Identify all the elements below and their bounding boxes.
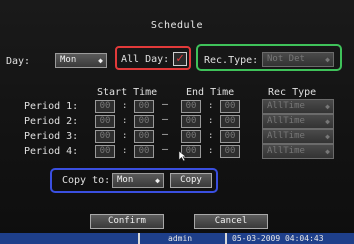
period-4-end-minute[interactable]: 00	[220, 145, 240, 158]
period-4-start-hour[interactable]: 00	[95, 145, 115, 158]
time-separator: :	[122, 146, 128, 156]
time-separator: :	[122, 131, 128, 141]
range-dash: —	[162, 114, 169, 125]
period-2-end-hour[interactable]: 00	[181, 115, 201, 128]
rec-type-header: Rec Type	[268, 87, 317, 98]
chevron-updown-icon: ◆	[325, 55, 330, 64]
period-1-end-minute[interactable]: 00	[220, 100, 240, 113]
chevron-updown-icon: ◆	[98, 56, 103, 65]
time-separator: :	[208, 131, 214, 141]
rec-type-select[interactable]: Not Det ◆	[262, 52, 334, 67]
rec-type-select-value: Not Det	[267, 54, 305, 64]
status-divider	[225, 233, 227, 244]
range-dash: —	[162, 129, 169, 140]
chevron-updown-icon: ◆	[325, 117, 330, 126]
period-1-end-hour[interactable]: 00	[181, 100, 201, 113]
copy-to-label: Copy to:	[62, 175, 111, 186]
mouse-pointer-icon	[178, 150, 187, 162]
period-3-label: Period 3:	[24, 131, 79, 142]
chevron-updown-icon: ◆	[325, 132, 330, 141]
period-1-rec-type-value: AllTime	[267, 101, 305, 111]
status-divider	[138, 233, 140, 244]
status-datetime: 05-03-2009 04:04:43	[232, 234, 324, 243]
chevron-updown-icon: ◆	[325, 102, 330, 111]
period-3-start-hour[interactable]: 00	[95, 130, 115, 143]
checkmark-icon: ✓	[176, 51, 184, 66]
time-separator: :	[208, 101, 214, 111]
period-3-end-minute[interactable]: 00	[220, 130, 240, 143]
period-2-rec-type-value: AllTime	[267, 116, 305, 126]
period-2-start-hour[interactable]: 00	[95, 115, 115, 128]
end-time-header: End Time	[186, 87, 235, 98]
period-4-rec-type-select[interactable]: AllTime ◆	[262, 144, 334, 159]
rec-type-label: Rec.Type:	[204, 55, 259, 66]
period-3-end-hour[interactable]: 00	[181, 130, 201, 143]
day-label: Day:	[6, 56, 31, 67]
time-separator: :	[122, 101, 128, 111]
period-2-end-minute[interactable]: 00	[220, 115, 240, 128]
period-2-label: Period 2:	[24, 116, 79, 127]
period-4-start-minute[interactable]: 00	[134, 145, 154, 158]
status-user: admin	[168, 234, 193, 243]
period-2-rec-type-select[interactable]: AllTime ◆	[262, 114, 334, 129]
period-1-label: Period 1:	[24, 101, 79, 112]
day-select[interactable]: Mon ◆	[55, 53, 107, 68]
copy-to-select-value: Mon	[117, 175, 134, 185]
period-4-label: Period 4:	[24, 146, 79, 157]
period-3-rec-type-select[interactable]: AllTime ◆	[262, 129, 334, 144]
range-dash: —	[162, 99, 169, 110]
copy-to-select[interactable]: Mon ◆	[112, 173, 164, 188]
time-separator: :	[122, 116, 128, 126]
period-1-rec-type-select[interactable]: AllTime ◆	[262, 99, 334, 114]
dvr-screen: Schedule Day: Mon ◆ All Day: ✓ Rec.Type:…	[0, 0, 354, 244]
period-3-rec-type-value: AllTime	[267, 131, 305, 141]
chevron-updown-icon: ◆	[155, 176, 160, 185]
confirm-button[interactable]: Confirm	[90, 214, 164, 229]
day-select-value: Mon	[60, 55, 77, 65]
range-dash: —	[162, 144, 169, 155]
cancel-button[interactable]: Cancel	[194, 214, 268, 229]
period-4-rec-type-value: AllTime	[267, 146, 305, 156]
all-day-checkbox[interactable]: ✓	[173, 52, 187, 66]
period-1-start-hour[interactable]: 00	[95, 100, 115, 113]
start-time-header: Start Time	[97, 87, 158, 98]
chevron-updown-icon: ◆	[325, 147, 330, 156]
period-3-start-minute[interactable]: 00	[134, 130, 154, 143]
all-day-label: All Day:	[121, 54, 170, 65]
page-title: Schedule	[150, 20, 204, 31]
period-1-start-minute[interactable]: 00	[134, 100, 154, 113]
copy-button[interactable]: Copy	[170, 173, 212, 188]
time-separator: :	[208, 146, 214, 156]
period-2-start-minute[interactable]: 00	[134, 115, 154, 128]
time-separator: :	[208, 116, 214, 126]
